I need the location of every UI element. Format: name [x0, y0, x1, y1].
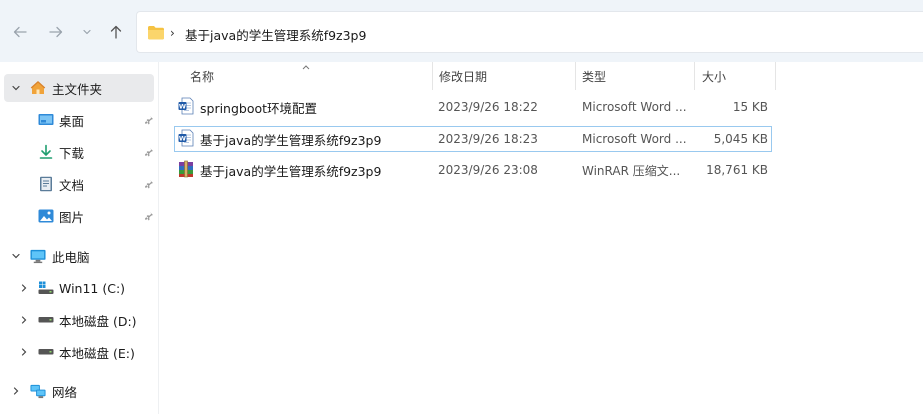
file-row[interactable]: W springboot环境配置 2023/9/26 18:22 Microso…: [174, 95, 772, 121]
file-name: 基于java的学生管理系统f9z3p9: [200, 163, 382, 179]
sidebar-item-desktop[interactable]: 桌面: [4, 106, 154, 134]
word-doc-icon: W: [178, 129, 194, 150]
file-size: 18,761 KB: [706, 163, 768, 177]
column-header-label: 名称: [190, 69, 215, 84]
drive-icon: [38, 312, 54, 328]
sidebar-item-label: 此电脑: [52, 249, 90, 265]
pictures-icon: [38, 208, 54, 224]
forward-arrow-icon: [48, 24, 64, 40]
file-name-cell: W 基于java的学生管理系统f9z3p9: [178, 127, 438, 151]
sidebar-item-this-pc[interactable]: 此电脑: [4, 242, 154, 270]
document-icon: [38, 176, 54, 192]
file-date: 2023/9/26 18:23: [438, 132, 538, 146]
recent-locations-button[interactable]: [77, 22, 97, 42]
sidebar-item-label: 本地磁盘 (D:): [59, 313, 137, 329]
folder-icon: [147, 25, 165, 43]
file-list-pane: 名称 修改日期 类型 大小 W springboot环境配置 2023/9/26…: [159, 62, 923, 414]
home-icon: [30, 80, 46, 96]
back-button[interactable]: [10, 22, 30, 42]
file-name-cell: W springboot环境配置: [178, 95, 438, 119]
svg-text:W: W: [179, 134, 186, 142]
sidebar-item-network[interactable]: 网络: [4, 377, 154, 405]
pin-icon[interactable]: [143, 146, 155, 158]
svg-text:W: W: [179, 102, 186, 110]
sidebar-item-label: 文档: [59, 177, 85, 193]
chevron-down-icon: [81, 26, 93, 38]
pin-icon[interactable]: [143, 114, 155, 126]
column-header-label: 修改日期: [439, 69, 488, 84]
sidebar-item-label: 图片: [59, 209, 85, 225]
pin-icon[interactable]: [143, 178, 155, 190]
sidebar-item-downloads[interactable]: 下载: [4, 138, 154, 166]
sidebar-item-label: 桌面: [59, 113, 85, 129]
chevron-collapsed-icon[interactable]: [18, 314, 30, 326]
file-size: 15 KB: [732, 100, 768, 114]
file-type: Microsoft Word ...: [582, 132, 687, 146]
word-doc-icon: W: [178, 97, 194, 118]
file-row[interactable]: W 基于java的学生管理系统f9z3p9 2023/9/26 18:23 Mi…: [174, 126, 772, 152]
column-header-label: 类型: [582, 69, 607, 84]
column-header-size[interactable]: 大小: [695, 62, 775, 90]
column-header-label: 大小: [702, 69, 727, 84]
up-arrow-icon: [108, 24, 124, 40]
winrar-archive-icon: [178, 160, 194, 181]
sidebar-item-drive-c[interactable]: Win11 (C:): [4, 274, 154, 302]
forward-button[interactable]: [46, 22, 66, 42]
breadcrumb-separator: ›: [170, 26, 175, 40]
breadcrumb-current-folder[interactable]: 基于java的学生管理系统f9z3p9: [185, 25, 366, 44]
column-header-date[interactable]: 修改日期: [433, 62, 575, 90]
file-explorer-window: › 基于java的学生管理系统f9z3p9 主文件夹 桌面 下载 文档 图片 此…: [0, 0, 923, 414]
sidebar-item-drive-e[interactable]: 本地磁盘 (E:): [4, 338, 154, 366]
file-date: 2023/9/26 23:08: [438, 163, 538, 177]
navigation-pane: 主文件夹 桌面 下载 文档 图片 此电脑 Win11 (C:) 本地磁盘 (D:…: [0, 62, 159, 414]
file-type: WinRAR 压缩文...: [582, 163, 681, 178]
sidebar-item-label: 主文件夹: [52, 81, 103, 97]
drive-icon: [38, 344, 54, 360]
chevron-collapsed-icon[interactable]: [18, 282, 30, 294]
sidebar-item-documents[interactable]: 文档: [4, 170, 154, 198]
chevron-expanded-icon[interactable]: [10, 250, 22, 262]
pin-icon[interactable]: [143, 210, 155, 222]
sidebar-item-label: 下载: [59, 145, 85, 161]
sidebar-item-label: 网络: [52, 384, 78, 400]
column-header-type[interactable]: 类型: [576, 62, 694, 90]
column-divider[interactable]: [775, 62, 776, 90]
sidebar-item-drive-d[interactable]: 本地磁盘 (D:): [4, 306, 154, 334]
file-date: 2023/9/26 18:22: [438, 100, 538, 114]
network-icon: [30, 383, 46, 399]
up-button[interactable]: [106, 22, 126, 42]
sidebar-item-home[interactable]: 主文件夹: [4, 74, 154, 102]
file-size: 5,045 KB: [713, 132, 768, 146]
sidebar-item-pictures[interactable]: 图片: [4, 202, 154, 230]
back-arrow-icon: [12, 24, 28, 40]
column-header-name[interactable]: 名称: [159, 62, 432, 90]
chevron-collapsed-icon[interactable]: [18, 346, 30, 358]
windows-drive-icon: [38, 280, 54, 296]
navigation-bar: › 基于java的学生管理系统f9z3p9: [0, 0, 923, 62]
chevron-expanded-icon[interactable]: [10, 82, 22, 94]
computer-icon: [30, 248, 46, 264]
file-name-cell: 基于java的学生管理系统f9z3p9: [178, 158, 438, 182]
sidebar-item-label: 本地磁盘 (E:): [59, 345, 135, 361]
chevron-collapsed-icon[interactable]: [10, 385, 22, 397]
desktop-icon: [38, 112, 54, 128]
file-name: 基于java的学生管理系统f9z3p9: [200, 132, 382, 148]
file-name: springboot环境配置: [200, 100, 318, 116]
file-type: Microsoft Word ...: [582, 100, 687, 114]
file-row[interactable]: 基于java的学生管理系统f9z3p9 2023/9/26 23:08 WinR…: [174, 158, 772, 184]
sort-ascending-icon: [301, 60, 311, 74]
download-icon: [38, 144, 54, 160]
sidebar-item-label: Win11 (C:): [59, 280, 126, 296]
address-bar[interactable]: › 基于java的学生管理系统f9z3p9: [136, 11, 923, 53]
